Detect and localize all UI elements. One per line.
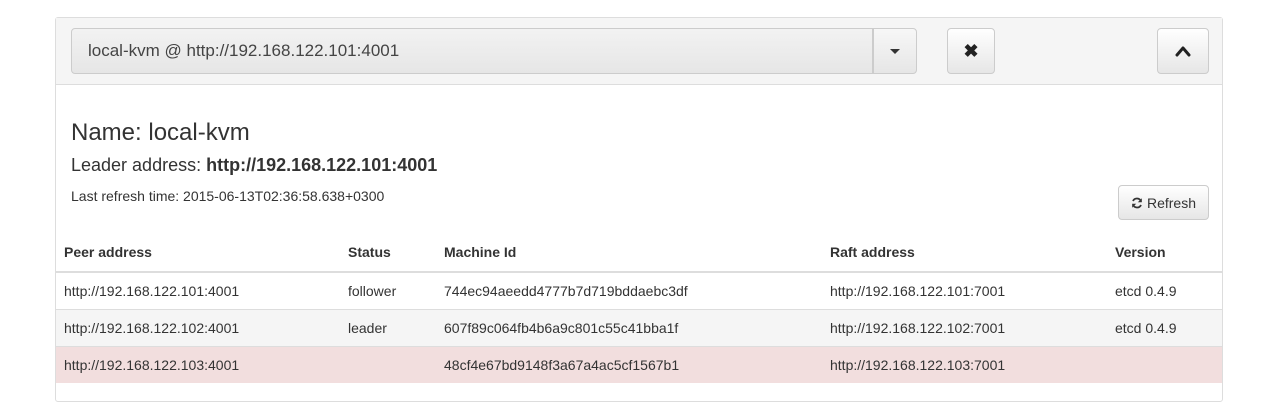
leader-address: Leader address: http://192.168.122.101:4… <box>71 155 437 176</box>
column-header-peer-address: Peer address <box>56 233 340 273</box>
cell-status: leader <box>340 309 436 347</box>
refresh-button-label: Refresh <box>1146 194 1197 211</box>
cell-machine-id: 607f89c064fb4b6a9c801c55c41bba1f <box>436 309 822 347</box>
leader-address-value: http://192.168.122.101:4001 <box>206 155 438 175</box>
chevron-up-icon <box>1175 46 1191 57</box>
table-row: http://192.168.122.102:4001 leader 607f8… <box>56 309 1222 347</box>
refresh-icon <box>1132 197 1142 208</box>
column-header-raft-address: Raft address <box>822 233 1107 273</box>
cluster-select[interactable]: local-kvm @ http://192.168.122.101:4001 <box>71 28 873 74</box>
cell-version: etcd 0.4.9 <box>1107 309 1222 347</box>
panel-heading: local-kvm @ http://192.168.122.101:4001 … <box>56 18 1222 85</box>
table-row: http://192.168.122.101:4001 follower 744… <box>56 271 1222 310</box>
cluster-name: Name: local-kvm <box>71 119 250 146</box>
cell-raft-address: http://192.168.122.102:7001 <box>822 309 1107 347</box>
table-header-row: Peer address Status Machine Id Raft addr… <box>56 233 1222 273</box>
cell-status: follower <box>340 271 436 310</box>
leader-address-label: Leader address: <box>71 155 202 175</box>
cell-version: etcd 0.4.9 <box>1107 271 1222 310</box>
cell-peer-address: http://192.168.122.102:4001 <box>56 309 340 347</box>
last-refresh-time: Last refresh time: 2015-06-13T02:36:58.6… <box>71 188 385 204</box>
cell-raft-address: http://192.168.122.101:7001 <box>822 271 1107 310</box>
close-button[interactable]: ✖ <box>947 28 995 74</box>
cell-raft-address: http://192.168.122.103:7001 <box>822 346 1107 383</box>
column-header-status: Status <box>340 233 436 273</box>
column-header-machine-id: Machine Id <box>436 233 822 273</box>
table-row: http://192.168.122.103:4001 48cf4e67bd91… <box>56 346 1222 383</box>
refresh-button[interactable]: Refresh <box>1118 185 1209 220</box>
cell-peer-address: http://192.168.122.103:4001 <box>56 346 340 383</box>
collapse-button[interactable] <box>1157 28 1209 74</box>
column-header-version: Version <box>1107 233 1222 273</box>
cell-status <box>340 346 436 383</box>
cell-machine-id: 744ec94aeedd4777b7d719bddaebc3df <box>436 271 822 310</box>
cell-peer-address: http://192.168.122.101:4001 <box>56 271 340 310</box>
cluster-select-toggle[interactable] <box>873 28 917 74</box>
peers-table: Peer address Status Machine Id Raft addr… <box>56 233 1222 383</box>
cell-machine-id: 48cf4e67bd9148f3a67a4ac5cf1567b1 <box>436 346 822 383</box>
cluster-panel: local-kvm @ http://192.168.122.101:4001 … <box>55 17 1223 402</box>
close-icon: ✖ <box>963 40 979 61</box>
caret-down-icon <box>890 48 900 54</box>
cell-version <box>1107 346 1222 383</box>
